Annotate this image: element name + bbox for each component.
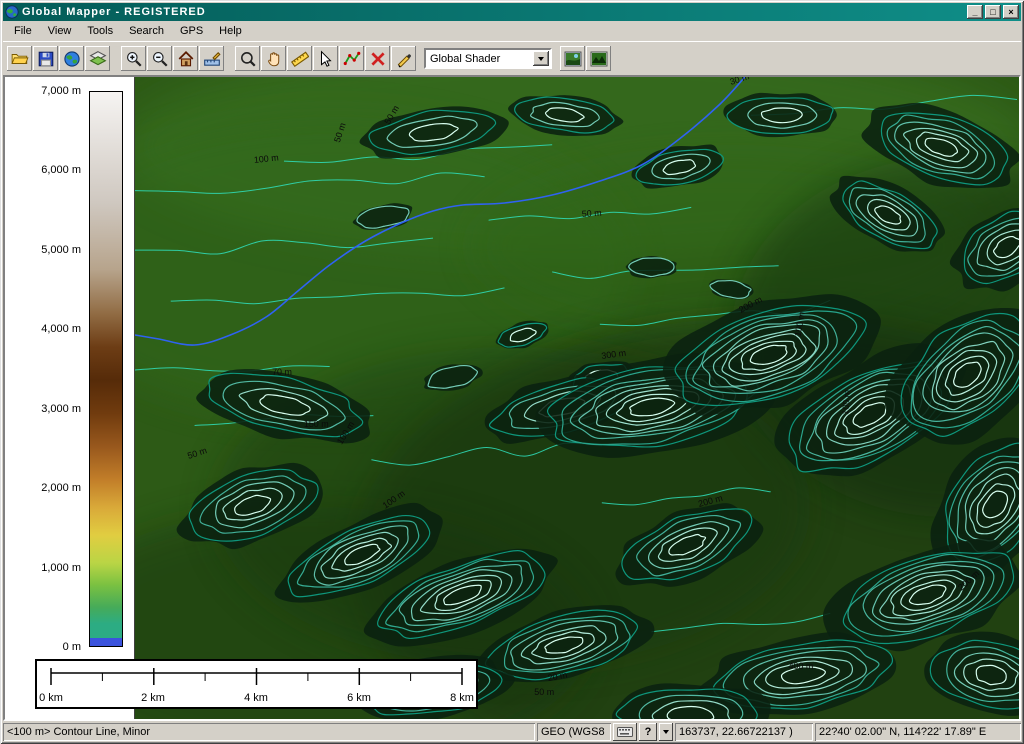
pan-tool-button[interactable] [261, 46, 286, 71]
elevation-gradient-bar [89, 91, 123, 647]
select-tool-button[interactable] [313, 46, 338, 71]
app-window: Global Mapper - REGISTERED _ □ × File Vi… [0, 0, 1024, 744]
scale-label-4: 4 km [236, 692, 276, 704]
toolbar-separator [225, 46, 234, 71]
window-controls: _ □ × [967, 5, 1019, 19]
menu-help[interactable]: Help [211, 22, 250, 40]
floppy-icon [37, 50, 55, 68]
map-thumbnail-2-button[interactable] [586, 46, 611, 71]
magnifier-icon [239, 50, 257, 68]
chevron-down-icon [538, 57, 544, 61]
status-projection: GEO (WGS8 [537, 723, 611, 741]
shader-dropdown[interactable]: Global Shader [424, 48, 552, 69]
zoom-out-button[interactable] [147, 46, 172, 71]
map-image-icon [564, 50, 582, 68]
scale-label-8: 8 km [442, 692, 482, 704]
open-folder-icon [11, 50, 29, 68]
contour-label: 150 m [304, 419, 329, 429]
legend-label-2000: 2,000 m [5, 482, 81, 494]
keyboard-entry-button[interactable] [613, 723, 637, 741]
legend-label-3000: 3,000 m [5, 403, 81, 415]
scale-label-2: 2 km [133, 692, 173, 704]
menu-search[interactable]: Search [121, 22, 172, 40]
title-bar[interactable]: Global Mapper - REGISTERED _ □ × [3, 3, 1021, 21]
ruler-pencil-icon [203, 50, 221, 68]
window-title: Global Mapper - REGISTERED [22, 3, 964, 21]
scale-label-0: 0 km [31, 692, 71, 704]
status-cursor-position: 163737, 22.66722137 ) [675, 723, 813, 741]
close-button[interactable]: × [1003, 5, 1019, 19]
legend-label-4000: 4,000 m [5, 323, 81, 335]
status-lat-lon: 22?40' 02.00" N, 114?22' 17.89" E [815, 723, 1021, 741]
legend-label-0: 0 m [5, 641, 81, 653]
legend-label-7000: 7,000 m [5, 85, 81, 97]
legend-label-1000: 1,000 m [5, 562, 81, 574]
zoom-out-icon [151, 50, 169, 68]
scale-bar-ticks [37, 665, 476, 691]
toolbar-separator [111, 46, 120, 71]
zoom-in-icon [125, 50, 143, 68]
scale-bar: 0 km 2 km 4 km 6 km 8 km [35, 659, 478, 709]
zoom-to-scale-button[interactable] [199, 46, 224, 71]
clear-selection-button[interactable] [365, 46, 390, 71]
polyline-nodes-icon [343, 50, 361, 68]
cursor-arrow-icon [317, 50, 335, 68]
zoom-tool-button[interactable] [235, 46, 260, 71]
globe-icon [63, 50, 81, 68]
measure-tool-button[interactable] [287, 46, 312, 71]
map-thumbnail-1-button[interactable] [560, 46, 585, 71]
legend-label-5000: 5,000 m [5, 244, 81, 256]
overlay-control-center-button[interactable] [85, 46, 110, 71]
contour-label: 50 m [581, 208, 601, 219]
status-dropdown-button[interactable] [659, 723, 673, 741]
app-globe-icon [5, 5, 19, 19]
ruler-icon [291, 50, 309, 68]
home-icon [177, 50, 195, 68]
open-file-button[interactable] [7, 46, 32, 71]
elevation-legend: 7,000 m 6,000 m 5,000 m 4,000 m 3,000 m … [5, 77, 135, 719]
maximize-button[interactable]: □ [985, 5, 1001, 19]
contour-label: 50 m [534, 687, 554, 697]
save-button[interactable] [33, 46, 58, 71]
chevron-down-icon [663, 730, 669, 734]
tool-bar: Global Shader [3, 41, 1021, 75]
hand-icon [265, 50, 283, 68]
digitizer-tool-button[interactable] [339, 46, 364, 71]
terrain-3d-icon [590, 50, 608, 68]
pen-icon [395, 50, 413, 68]
help-button[interactable]: ? [639, 723, 657, 741]
legend-label-6000: 6,000 m [5, 164, 81, 176]
zoom-in-button[interactable] [121, 46, 146, 71]
menu-file[interactable]: File [6, 22, 40, 40]
layers-icon [89, 50, 107, 68]
menu-tools[interactable]: Tools [79, 22, 121, 40]
path-profile-button[interactable] [391, 46, 416, 71]
menu-view[interactable]: View [40, 22, 80, 40]
map-viewport[interactable]: 30 m50 m100 m50 m50 m70 m150 m100 m100 m… [135, 77, 1019, 719]
scale-label-6: 6 km [339, 692, 379, 704]
menu-bar: File View Tools Search GPS Help [3, 21, 1021, 41]
online-data-button[interactable] [59, 46, 84, 71]
content-area: 7,000 m 6,000 m 5,000 m 4,000 m 3,000 m … [3, 75, 1021, 721]
shader-dropdown-value: Global Shader [426, 53, 533, 65]
status-feature-info: <100 m> Contour Line, Minor [3, 723, 535, 741]
keyboard-icon [617, 727, 633, 737]
full-view-button[interactable] [173, 46, 198, 71]
contour-label: 70 m [272, 367, 292, 377]
menu-gps[interactable]: GPS [172, 22, 211, 40]
terrain-svg: 30 m50 m100 m50 m50 m70 m150 m100 m100 m… [135, 77, 1019, 719]
red-x-icon [369, 50, 387, 68]
contour-label: 400 m [789, 661, 814, 671]
minimize-button[interactable]: _ [967, 5, 983, 19]
status-bar: <100 m> Contour Line, Minor GEO (WGS8 ? … [3, 721, 1021, 741]
contour-label: 50 m [186, 445, 208, 461]
shader-dropdown-arrow[interactable] [533, 51, 549, 66]
